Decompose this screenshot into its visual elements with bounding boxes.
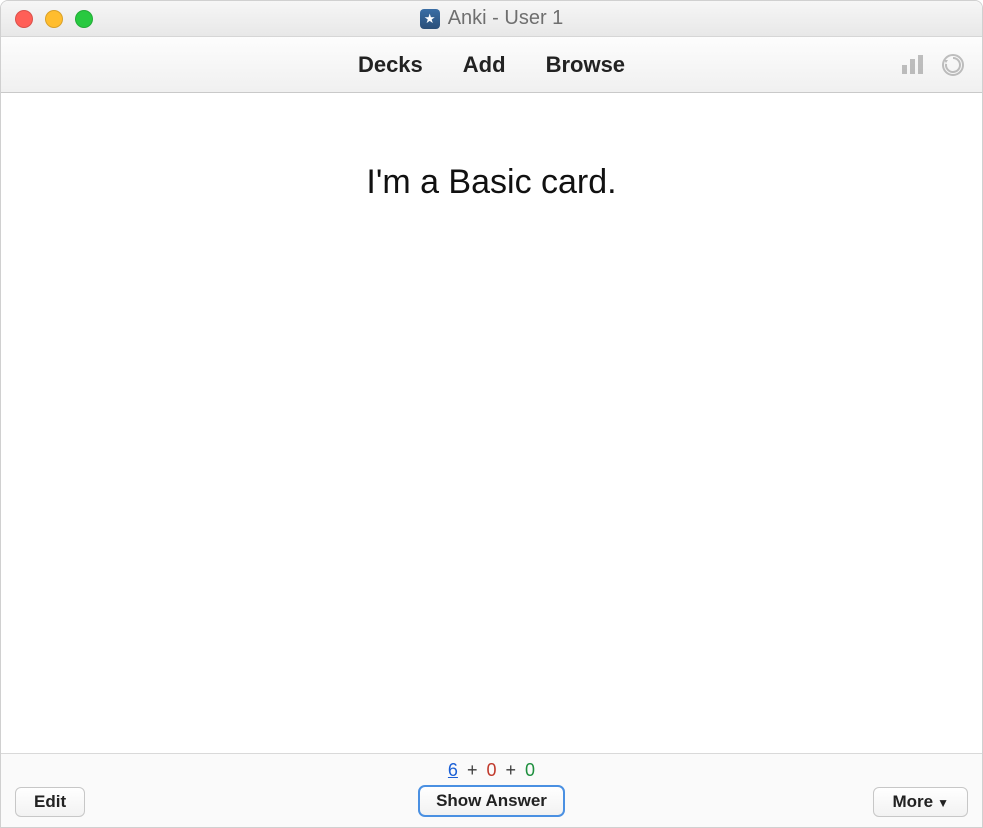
toolbar-right xyxy=(898,52,968,78)
card-front-text: I'm a Basic card. xyxy=(366,163,616,753)
window-controls xyxy=(15,10,93,28)
card-area: I'm a Basic card. xyxy=(1,93,982,753)
window-title-group: ★ Anki - User 1 xyxy=(420,7,564,30)
count-new: 6 xyxy=(448,760,458,780)
add-menu-item[interactable]: Add xyxy=(463,52,506,78)
toolbar: Decks Add Browse xyxy=(1,37,982,93)
browse-menu-item[interactable]: Browse xyxy=(546,52,625,78)
bottom-bar: 6 + 0 + 0 Show Answer Edit More ▼ xyxy=(1,753,982,827)
chevron-down-icon: ▼ xyxy=(937,796,949,810)
edit-button[interactable]: Edit xyxy=(15,787,85,817)
count-due: 0 xyxy=(525,760,535,780)
titlebar: ★ Anki - User 1 xyxy=(1,1,982,37)
close-window-button[interactable] xyxy=(15,10,33,28)
more-button-label: More xyxy=(892,792,933,811)
count-separator: + xyxy=(506,760,517,780)
sync-icon[interactable] xyxy=(938,52,968,78)
app-window: ★ Anki - User 1 Decks Add Browse xyxy=(0,0,983,828)
app-icon: ★ xyxy=(420,9,440,29)
zoom-window-button[interactable] xyxy=(75,10,93,28)
count-separator: + xyxy=(467,760,478,780)
count-learning: 0 xyxy=(486,760,496,780)
toolbar-menu: Decks Add Browse xyxy=(358,52,625,78)
minimize-window-button[interactable] xyxy=(45,10,63,28)
stats-icon[interactable] xyxy=(898,52,928,78)
show-answer-button[interactable]: Show Answer xyxy=(418,785,565,817)
card-counts: 6 + 0 + 0 xyxy=(448,760,535,781)
more-button[interactable]: More ▼ xyxy=(873,787,968,817)
window-title: Anki - User 1 xyxy=(448,7,564,30)
decks-menu-item[interactable]: Decks xyxy=(358,52,423,78)
